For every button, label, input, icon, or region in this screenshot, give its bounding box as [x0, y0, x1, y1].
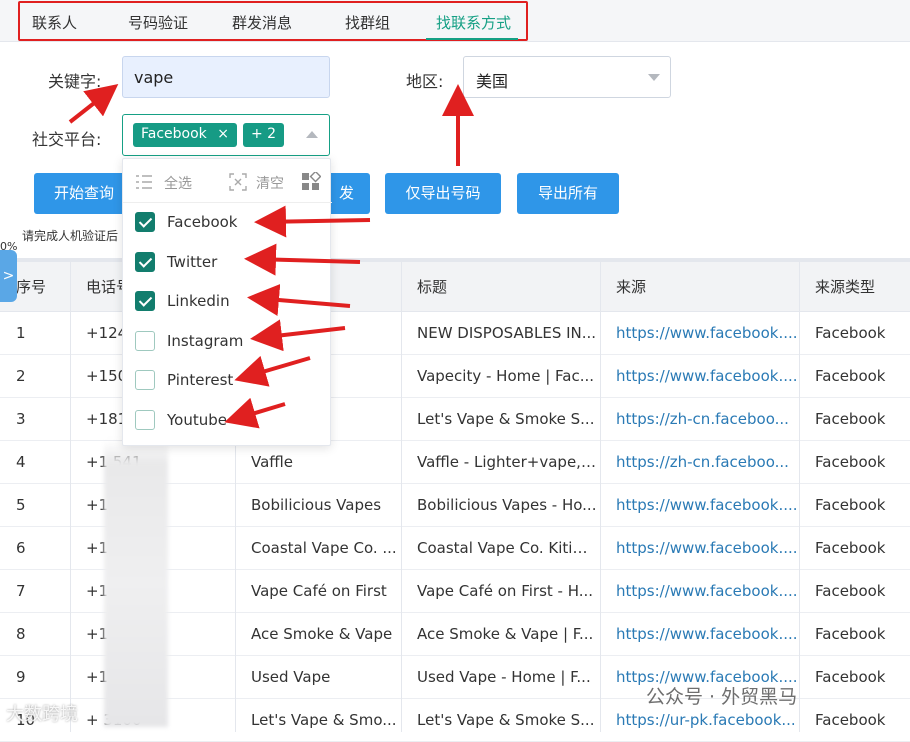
watermark-right: 公众号 · 外贸黑马	[646, 686, 798, 708]
watermark-left: 大数跨境	[6, 704, 78, 725]
annotation-arrows	[68, 84, 474, 429]
